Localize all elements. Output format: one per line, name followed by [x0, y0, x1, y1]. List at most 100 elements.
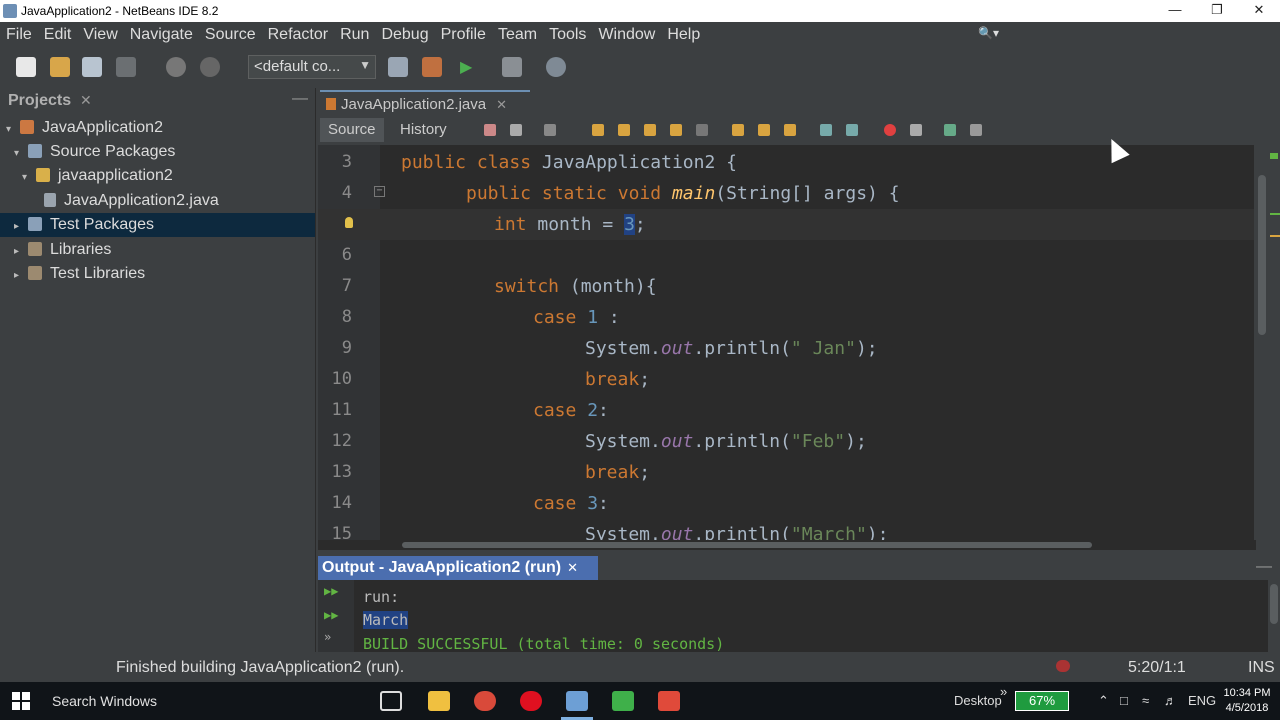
menu-navigate[interactable]: Navigate	[124, 26, 199, 44]
fold-toggle-icon[interactable]: −	[374, 186, 385, 197]
chevron-right-icon[interactable]: »	[1000, 684, 1007, 699]
output-scrollbar[interactable]	[1268, 580, 1280, 652]
history-view-button[interactable]: History	[392, 118, 455, 142]
find-icon[interactable]	[592, 124, 604, 136]
shift-right-icon[interactable]	[846, 124, 858, 136]
close-icon[interactable]: ✕	[80, 92, 92, 109]
uncomment-icon[interactable]	[970, 124, 982, 136]
tab-javaapplication2-java[interactable]: JavaApplication2.java ✕	[320, 90, 530, 116]
menu-profile[interactable]: Profile	[435, 26, 492, 44]
netbeans-taskbar-icon[interactable]	[566, 691, 588, 711]
network-icon[interactable]: □	[1120, 693, 1128, 708]
code-line[interactable]: 4 − public static void main(String[] arg…	[318, 178, 1254, 209]
tree-item-test-libraries[interactable]: ▸ Test Libraries	[14, 262, 145, 286]
rerun-with-args-icon[interactable]: ▶▶	[324, 608, 338, 622]
redo-icon[interactable]	[200, 57, 220, 77]
close-icon[interactable]: ✕	[496, 97, 507, 112]
minimize-panel-icon[interactable]: —	[1256, 558, 1272, 576]
last-edit-icon[interactable]	[484, 124, 496, 136]
code-line[interactable]: 12 System.out.println("Feb");	[318, 426, 1254, 457]
battery-indicator[interactable]: 67%	[1015, 691, 1069, 711]
scrollbar-thumb[interactable]	[1258, 175, 1266, 335]
forward-icon[interactable]	[544, 124, 556, 136]
comment-icon[interactable]	[944, 124, 956, 136]
expand-arrow-icon[interactable]: ▸	[14, 240, 28, 264]
close-icon[interactable]: ✕	[567, 560, 578, 575]
new-project-icon[interactable]	[50, 57, 70, 77]
record-macro-icon[interactable]	[884, 124, 896, 136]
save-all-icon[interactable]	[116, 57, 136, 77]
code-line[interactable]: 14 case 3:	[318, 488, 1254, 519]
expand-arrow-icon[interactable]: ▸	[14, 215, 28, 239]
toggle-highlight-icon[interactable]	[670, 124, 682, 136]
app-red-icon[interactable]	[658, 691, 680, 711]
tree-item-test-packages[interactable]: ▸ Test Packages	[0, 213, 315, 237]
lightbulb-hint-icon[interactable]	[345, 217, 353, 228]
menu-window[interactable]: Window	[592, 26, 661, 44]
expand-arrow-icon[interactable]: ▾	[22, 166, 36, 190]
menu-edit[interactable]: Edit	[38, 26, 78, 44]
code-line-current[interactable]: int month = 3;	[318, 209, 1254, 240]
new-file-icon[interactable]	[16, 57, 36, 77]
source-view-button[interactable]: Source	[320, 118, 384, 142]
volume-icon[interactable]: ♬	[1164, 693, 1177, 708]
profile-icon[interactable]	[546, 57, 566, 77]
code-line[interactable]: 11 case 2:	[318, 395, 1254, 426]
language-indicator[interactable]: ENG	[1188, 693, 1216, 708]
opera-icon[interactable]	[520, 691, 542, 711]
menu-source[interactable]: Source	[199, 26, 262, 44]
expand-arrow-icon[interactable]: ▾	[14, 142, 28, 166]
editor-horizontal-scrollbar[interactable]	[318, 540, 1256, 550]
expand-arrow-icon[interactable]: ▸	[14, 264, 28, 288]
minimize-button[interactable]: —	[1154, 0, 1196, 22]
configuration-select[interactable]: <default co... ▼	[248, 55, 376, 79]
menu-help[interactable]: Help	[661, 26, 706, 44]
menu-tools[interactable]: Tools	[543, 26, 592, 44]
stop-macro-icon[interactable]	[910, 124, 922, 136]
notification-icon[interactable]	[1056, 660, 1070, 672]
find-next-icon[interactable]	[644, 124, 656, 136]
output-tab[interactable]: Output - JavaApplication2 (run) ✕	[318, 556, 598, 580]
code-line[interactable]: 15 System.out.println("March");	[318, 519, 1254, 540]
restore-button[interactable]: ❐	[1196, 0, 1238, 22]
task-view-icon[interactable]	[380, 691, 402, 711]
menu-run[interactable]: Run	[334, 26, 375, 44]
clock[interactable]: 10:34 PM 4/5/2018	[1222, 686, 1272, 716]
undo-icon[interactable]	[166, 57, 186, 77]
windows-start-icon[interactable]	[12, 692, 30, 710]
tree-item-libraries[interactable]: ▸ Libraries	[14, 238, 111, 262]
open-project-icon[interactable]	[82, 57, 102, 77]
more-icon[interactable]: »	[324, 630, 338, 644]
minimize-panel-icon[interactable]: —	[292, 90, 308, 108]
show-hidden-icons[interactable]: ⌃	[1098, 693, 1109, 709]
tree-item-source-packages[interactable]: ▾ Source Packages	[14, 140, 175, 164]
scrollbar-thumb[interactable]	[1270, 584, 1278, 624]
tree-item-package[interactable]: ▾ javaapplication2	[22, 164, 173, 188]
clean-build-icon[interactable]	[422, 57, 442, 77]
build-icon[interactable]	[388, 57, 408, 77]
taskbar-search[interactable]: Search Windows	[52, 693, 157, 709]
shift-left-icon[interactable]	[820, 124, 832, 136]
next-bookmark-icon[interactable]	[758, 124, 770, 136]
projects-tab[interactable]: Projects ✕ —	[0, 88, 316, 114]
chrome-icon[interactable]	[474, 691, 496, 711]
close-button[interactable]: ✕	[1238, 0, 1280, 22]
output-console[interactable]: ▶▶ ▶▶ » run: March BUILD SUCCESSFUL (tot…	[318, 580, 1268, 652]
scrollbar-thumb[interactable]	[402, 542, 1092, 548]
menu-debug[interactable]: Debug	[375, 26, 434, 44]
code-editor[interactable]: 3 public class JavaApplication2 { 4 − pu…	[318, 145, 1254, 540]
insert-mode[interactable]: INS	[1248, 659, 1275, 677]
expand-arrow-icon[interactable]: ▾	[6, 118, 20, 142]
menu-file[interactable]: File	[0, 26, 38, 44]
code-line[interactable]: 7 switch (month){	[318, 271, 1254, 302]
toggle-bookmark-icon[interactable]	[784, 124, 796, 136]
code-line[interactable]: 8 case 1 :	[318, 302, 1254, 333]
editor-vertical-scrollbar[interactable]	[1256, 145, 1280, 545]
menu-refactor[interactable]: Refactor	[262, 26, 334, 44]
debug-icon[interactable]	[502, 57, 522, 77]
previous-bookmark-icon[interactable]	[732, 124, 744, 136]
rerun-icon[interactable]: ▶▶	[324, 584, 338, 598]
quick-search-input[interactable]: 🔍▾	[978, 26, 1280, 44]
file-explorer-icon[interactable]	[428, 691, 450, 711]
code-line[interactable]: 10 break;	[318, 364, 1254, 395]
